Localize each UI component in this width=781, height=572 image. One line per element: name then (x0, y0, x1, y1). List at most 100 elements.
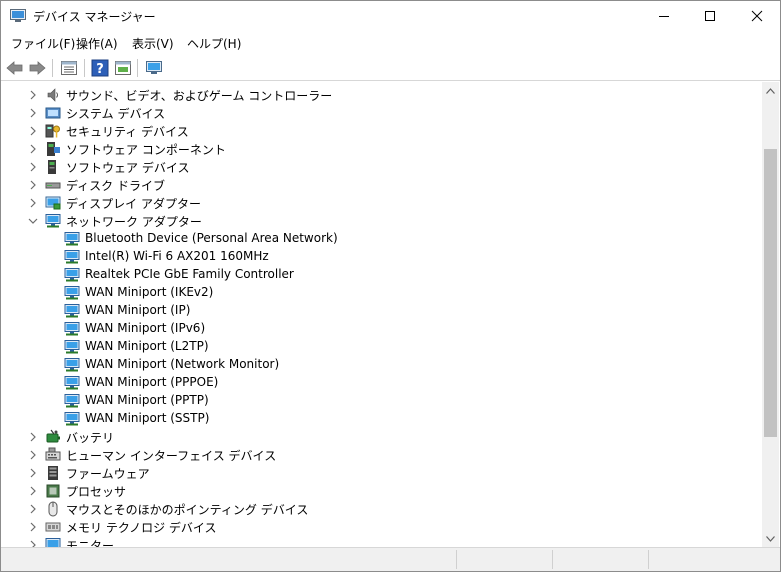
device-tree[interactable]: サウンド、ビデオ、およびゲーム コントローラーシステム デバイス セキュリティ デ… (1, 82, 762, 547)
tree-row-label: ディスプレイ アダプター (66, 197, 201, 211)
tree-category-row[interactable]: ディスク ドライブ (1, 176, 762, 194)
tree-device-row[interactable]: WAN Miniport (PPPOE) (1, 374, 762, 392)
tree-device-row[interactable]: WAN Miniport (PPTP) (1, 392, 762, 410)
toolbar: ? (1, 55, 780, 81)
forward-button[interactable] (27, 58, 47, 78)
view-button[interactable] (113, 58, 133, 78)
tree-device-row[interactable]: Realtek PCIe GbE Family Controller (1, 266, 762, 284)
tree-row-label: バッテリ (66, 431, 115, 445)
display-adapter-icon (45, 195, 61, 211)
monitor-icon (45, 537, 61, 547)
chevron-right-icon[interactable] (28, 450, 38, 460)
tree-category-row[interactable]: モニター (1, 536, 762, 547)
properties-icon (61, 61, 77, 75)
chevron-right-icon[interactable] (28, 144, 38, 154)
menu-bar: ファイル(F) 操作(A) 表示(V) ヘルプ(H) (1, 32, 780, 54)
chevron-right-icon[interactable] (28, 180, 38, 190)
tree-category-row[interactable]: ファームウェア (1, 464, 762, 482)
tree-category-row[interactable]: セキュリティ デバイス (1, 122, 762, 140)
tree-device-row[interactable]: WAN Miniport (SSTP) (1, 410, 762, 428)
chevron-right-icon[interactable] (28, 504, 38, 514)
tree-device-row[interactable]: WAN Miniport (IKEv2) (1, 284, 762, 302)
vertical-scrollbar[interactable] (762, 82, 779, 547)
tree-device-row[interactable]: Intel(R) Wi-Fi 6 AX201 160MHz (1, 248, 762, 266)
back-button[interactable] (5, 58, 25, 78)
tree-category-row[interactable]: ソフトウェア コンポーネント (1, 140, 762, 158)
tree-row-label: メモリ テクノロジ デバイス (66, 521, 217, 535)
tree-category-row[interactable]: ソフトウェア デバイス (1, 158, 762, 176)
chevron-right-icon[interactable] (28, 468, 38, 478)
tree-category-row[interactable]: バッテリ (1, 428, 762, 446)
tree-row-label: WAN Miniport (Network Monitor) (85, 357, 280, 371)
tree-category-row[interactable]: システム デバイス (1, 104, 762, 122)
tree-row-label: プロセッサ (66, 485, 127, 499)
tree-row-label: Realtek PCIe GbE Family Controller (85, 267, 294, 281)
tree-category-row[interactable]: ヒューマン インターフェイス デバイス (1, 446, 762, 464)
chevron-right-icon[interactable] (28, 108, 38, 118)
network-adapter-icon (45, 213, 61, 229)
scan-hardware-button[interactable] (144, 58, 164, 78)
scroll-thumb[interactable] (764, 149, 777, 438)
tree-category-row[interactable]: メモリ テクノロジ デバイス (1, 518, 762, 536)
tree-row-label: ソフトウェア コンポーネント (66, 143, 226, 157)
tree-row-label: WAN Miniport (L2TP) (85, 339, 209, 353)
menu-file[interactable]: ファイル(F) (11, 35, 75, 52)
tree-row-label: Bluetooth Device (Personal Area Network) (85, 231, 338, 245)
chevron-down-icon[interactable] (28, 216, 38, 226)
properties-button[interactable] (59, 58, 79, 78)
network-adapter-icon (64, 321, 80, 337)
chevron-right-icon[interactable] (28, 486, 38, 496)
security-device-icon (45, 123, 61, 139)
title-bar[interactable]: デバイス マネージャー (1, 1, 780, 31)
tree-category-row[interactable]: プロセッサ (1, 482, 762, 500)
chevron-down-icon (766, 535, 775, 542)
window-title: デバイス マネージャー (33, 10, 156, 24)
chevron-right-icon[interactable] (28, 90, 38, 100)
view-icon (115, 61, 131, 75)
scroll-up-button[interactable] (762, 82, 779, 99)
chevron-right-icon[interactable] (28, 126, 38, 136)
maximize-button[interactable] (687, 1, 733, 31)
chevron-right-icon[interactable] (28, 540, 38, 547)
battery-icon (45, 429, 61, 445)
device-manager-window: デバイス マネージャー ファイル(F) 操作(A) 表示(V) ヘルプ(H) ?… (0, 0, 781, 572)
chevron-right-icon[interactable] (28, 432, 38, 442)
tree-row-label: ヒューマン インターフェイス デバイス (66, 449, 277, 463)
tree-row-label: マウスとそのほかのポインティング デバイス (66, 503, 309, 517)
tree-device-row[interactable]: WAN Miniport (Network Monitor) (1, 356, 762, 374)
scroll-down-button[interactable] (762, 530, 779, 547)
tree-category-row[interactable]: ネットワーク アダプター (1, 212, 762, 230)
toolbar-separator (84, 59, 85, 77)
chevron-right-icon[interactable] (28, 162, 38, 172)
tree-category-row[interactable]: マウスとそのほかのポインティング デバイス (1, 500, 762, 518)
help-icon: ? (91, 59, 109, 77)
tree-device-row[interactable]: WAN Miniport (L2TP) (1, 338, 762, 356)
network-adapter-icon (64, 375, 80, 391)
help-button[interactable]: ? (90, 58, 110, 78)
tree-category-row[interactable]: サウンド、ビデオ、およびゲーム コントローラー (1, 86, 762, 104)
menu-help[interactable]: ヘルプ(H) (187, 35, 241, 52)
memory-icon (45, 519, 61, 535)
network-adapter-icon (64, 285, 80, 301)
network-adapter-icon (64, 249, 80, 265)
network-adapter-icon (64, 231, 80, 247)
minimize-button[interactable] (641, 1, 687, 31)
menu-action[interactable]: 操作(A) (76, 35, 118, 52)
tree-device-row[interactable]: WAN Miniport (IP) (1, 302, 762, 320)
tree-category-row[interactable]: ディスプレイ アダプター (1, 194, 762, 212)
hid-icon (45, 447, 61, 463)
tree-device-row[interactable]: WAN Miniport (IPv6) (1, 320, 762, 338)
chevron-right-icon[interactable] (28, 522, 38, 532)
close-button[interactable] (734, 1, 780, 31)
chevron-right-icon[interactable] (28, 198, 38, 208)
menu-view[interactable]: 表示(V) (132, 35, 174, 52)
tree-row-label: WAN Miniport (IPv6) (85, 321, 206, 335)
system-device-icon (45, 105, 61, 121)
tree-device-row[interactable]: Bluetooth Device (Personal Area Network) (1, 230, 762, 248)
tree-row-label: システム デバイス (66, 107, 166, 121)
network-adapter-icon (64, 339, 80, 355)
back-arrow-icon (6, 61, 23, 75)
speaker-icon (45, 87, 61, 103)
network-adapter-icon (64, 357, 80, 373)
close-icon (751, 10, 763, 22)
